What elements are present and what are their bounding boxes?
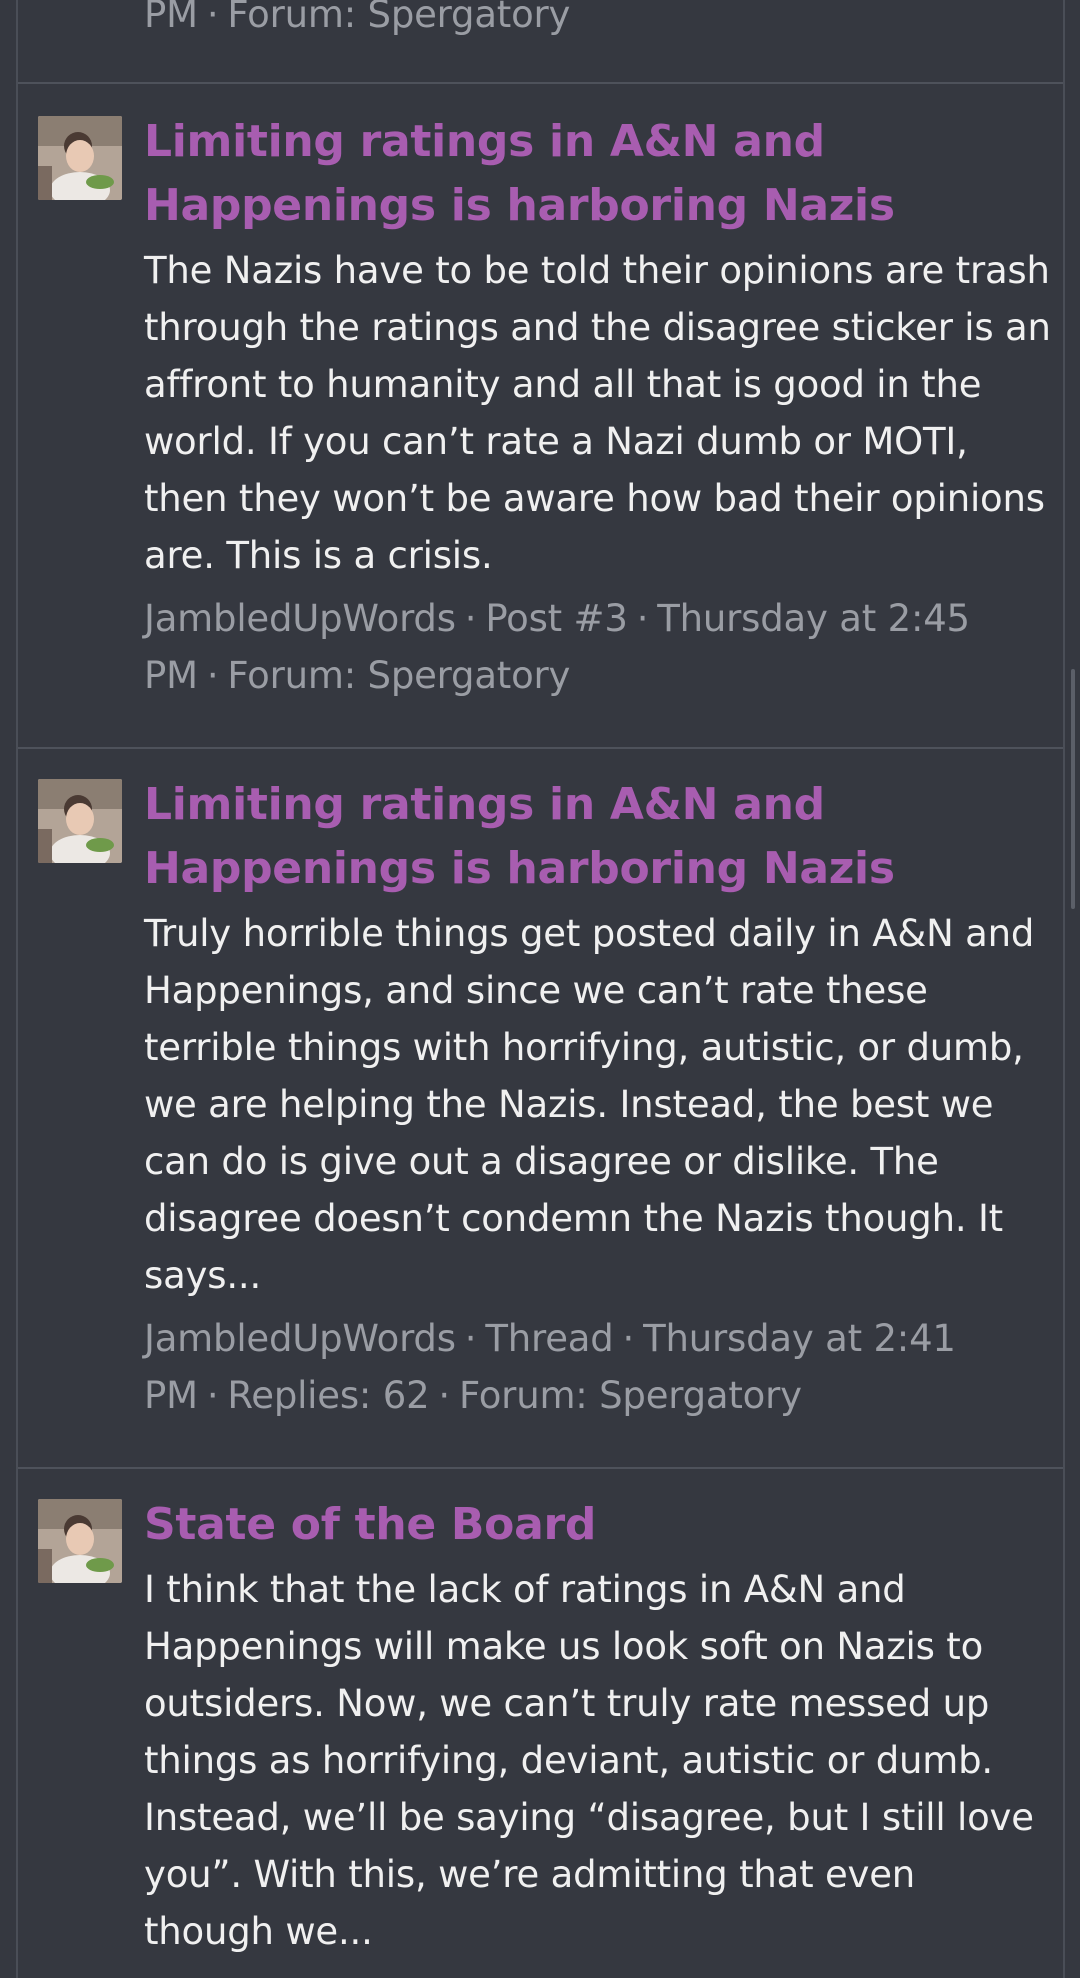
result-title-link[interactable]: Limiting ratings in A&N and Happenings i… [144,110,1051,238]
author-link[interactable]: JambledUpWords [144,597,456,640]
avatar[interactable] [38,779,122,863]
user-avatar-image [38,779,122,863]
search-results-panel: PM · Forum: Spergatory Limiting ratings in… [16,0,1075,1978]
avatar[interactable] [38,1499,122,1583]
result-snippet: I think that the lack of ratings in A&N … [144,1568,1034,1953]
avatar[interactable] [38,116,122,200]
result-title-link[interactable]: State of the Board [144,1493,1051,1557]
result-snippet: The Nazis have to be told their opinions… [144,249,1051,577]
forum-link[interactable]: Forum: Spergatory [459,1374,802,1417]
result-type: Post #3 [485,597,628,640]
search-result: Limiting ratings in A&N and Happenings i… [18,669,1075,1469]
user-avatar-image [38,116,122,200]
meta-time: PM [144,0,198,36]
result-meta: PM · Forum: Spergatory [144,0,1051,43]
search-result: Limiting ratings in A&N and Happenings i… [18,84,1063,749]
search-result: State of the Board I think that the lack… [18,1469,1063,1978]
result-title-link[interactable]: Limiting ratings in A&N and Happenings i… [144,773,1051,901]
forum-link[interactable]: Forum: Spergatory [227,654,570,697]
result-meta: JambledUpWords · Thread · Thursday at 2:41 P… [144,1317,956,1417]
author-link[interactable]: JambledUpWords [144,1317,456,1360]
result-replies: Replies: 62 [227,1374,430,1417]
result-partial: PM · Forum: Spergatory [18,0,1063,84]
user-avatar-image [38,1499,122,1583]
result-meta: JambledUpWords · Post #3 · Thursday at 2:45 … [144,597,970,697]
result-type: Thread [485,1317,614,1360]
forum-link[interactable]: Forum: Spergatory [227,0,570,36]
scrollbar[interactable] [1071,669,1075,909]
result-snippet: Truly horrible things get posted daily i… [144,912,1035,1297]
